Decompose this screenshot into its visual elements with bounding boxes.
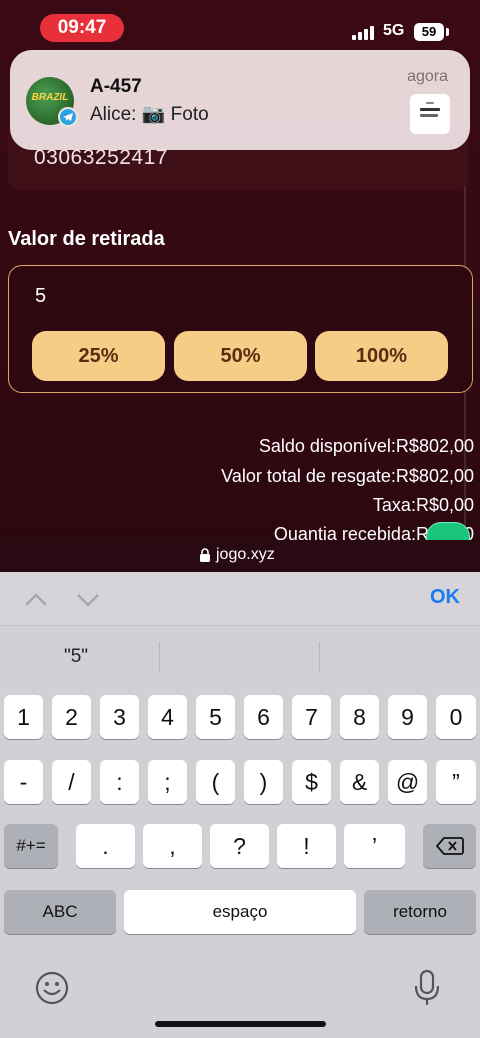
key-1[interactable]: 1 bbox=[4, 695, 43, 739]
battery-icon: 59 bbox=[414, 23, 444, 41]
app-screen: 03063252417 Valor de retirada 25% 50% 10… bbox=[0, 0, 480, 572]
home-indicator[interactable] bbox=[155, 1021, 326, 1027]
photo-thumbnail bbox=[410, 94, 450, 134]
suggestion-divider bbox=[159, 642, 160, 672]
key-colon[interactable]: : bbox=[100, 760, 139, 804]
clock: 09:47 bbox=[40, 14, 124, 42]
url-bar[interactable]: jogo.xyz bbox=[0, 540, 480, 572]
key-0[interactable]: 0 bbox=[436, 695, 476, 739]
space-key[interactable]: espaço bbox=[124, 890, 356, 934]
key-2[interactable]: 2 bbox=[52, 695, 91, 739]
chevron-up-icon[interactable] bbox=[24, 588, 48, 612]
notification-banner[interactable]: BRAZIL A-457 Alice: 📷 Foto agora bbox=[10, 50, 470, 150]
suggestion-divider bbox=[319, 642, 320, 672]
suggestion-bar: "5" bbox=[0, 626, 480, 690]
key-at[interactable]: @ bbox=[388, 760, 427, 804]
key-comma[interactable]: , bbox=[143, 824, 202, 868]
withdraw-title: Valor de retirada bbox=[8, 228, 165, 250]
amount-input[interactable] bbox=[35, 278, 435, 314]
notification-title: A-457 bbox=[90, 76, 142, 97]
fee: Taxa:R$0,00 bbox=[372, 495, 474, 515]
notification-time: agora bbox=[407, 68, 448, 85]
return-key[interactable]: retorno bbox=[364, 890, 476, 934]
key-dollar[interactable]: $ bbox=[292, 760, 331, 804]
symbols-toggle-key[interactable]: #+= bbox=[4, 824, 58, 868]
lock-icon bbox=[200, 548, 210, 562]
key-3[interactable]: 3 bbox=[100, 695, 139, 739]
available-balance: Saldo disponível:R$802,00 bbox=[258, 436, 474, 456]
key-4[interactable]: 4 bbox=[148, 695, 187, 739]
key-exclamation[interactable]: ! bbox=[277, 824, 336, 868]
total-withdraw: Valor total de resgate:R$802,00 bbox=[221, 466, 474, 486]
telegram-icon bbox=[58, 107, 78, 127]
network-label: 5G bbox=[383, 22, 405, 39]
key-8[interactable]: 8 bbox=[340, 695, 379, 739]
key-period[interactable]: . bbox=[76, 824, 135, 868]
key-open-paren[interactable]: ( bbox=[196, 760, 235, 804]
pct-100-button[interactable]: 100% bbox=[315, 331, 448, 381]
key-5[interactable]: 5 bbox=[196, 695, 235, 739]
delete-key[interactable] bbox=[423, 824, 476, 868]
status-bar: 09:47 5G 59 bbox=[0, 0, 480, 56]
key-close-paren[interactable]: ) bbox=[244, 760, 283, 804]
emoji-icon[interactable] bbox=[34, 970, 70, 1006]
backspace-icon bbox=[435, 837, 464, 855]
key-9[interactable]: 9 bbox=[388, 695, 427, 739]
key-apostrophe[interactable]: ’ bbox=[344, 824, 405, 868]
key-7[interactable]: 7 bbox=[292, 695, 331, 739]
keyboard-accessory-bar: OK bbox=[0, 572, 480, 626]
done-button[interactable]: OK bbox=[430, 586, 460, 609]
suggestion-item[interactable]: "5" bbox=[64, 646, 88, 668]
key-6[interactable]: 6 bbox=[244, 695, 283, 739]
keyboard: 1 2 3 4 5 6 7 8 9 0 - / : ; ( ) $ & @ ” … bbox=[0, 690, 480, 1038]
key-slash[interactable]: / bbox=[52, 760, 91, 804]
microphone-icon[interactable] bbox=[412, 968, 442, 1008]
key-semicolon[interactable]: ; bbox=[148, 760, 187, 804]
key-quote[interactable]: ” bbox=[436, 760, 476, 804]
chevron-down-icon[interactable] bbox=[76, 588, 100, 612]
avatar-logo-text: BRAZIL bbox=[31, 92, 69, 103]
battery-cap bbox=[446, 28, 449, 36]
key-hyphen[interactable]: - bbox=[4, 760, 43, 804]
pct-50-button[interactable]: 50% bbox=[174, 331, 307, 381]
url-text: jogo.xyz bbox=[216, 546, 275, 563]
notification-body: Alice: 📷 Foto bbox=[90, 104, 209, 125]
amount-box: 25% 50% 100% bbox=[8, 265, 473, 393]
abc-key[interactable]: ABC bbox=[4, 890, 116, 934]
key-question[interactable]: ? bbox=[210, 824, 269, 868]
key-ampersand[interactable]: & bbox=[340, 760, 379, 804]
pct-25-button[interactable]: 25% bbox=[32, 331, 165, 381]
signal-icon bbox=[352, 24, 378, 40]
